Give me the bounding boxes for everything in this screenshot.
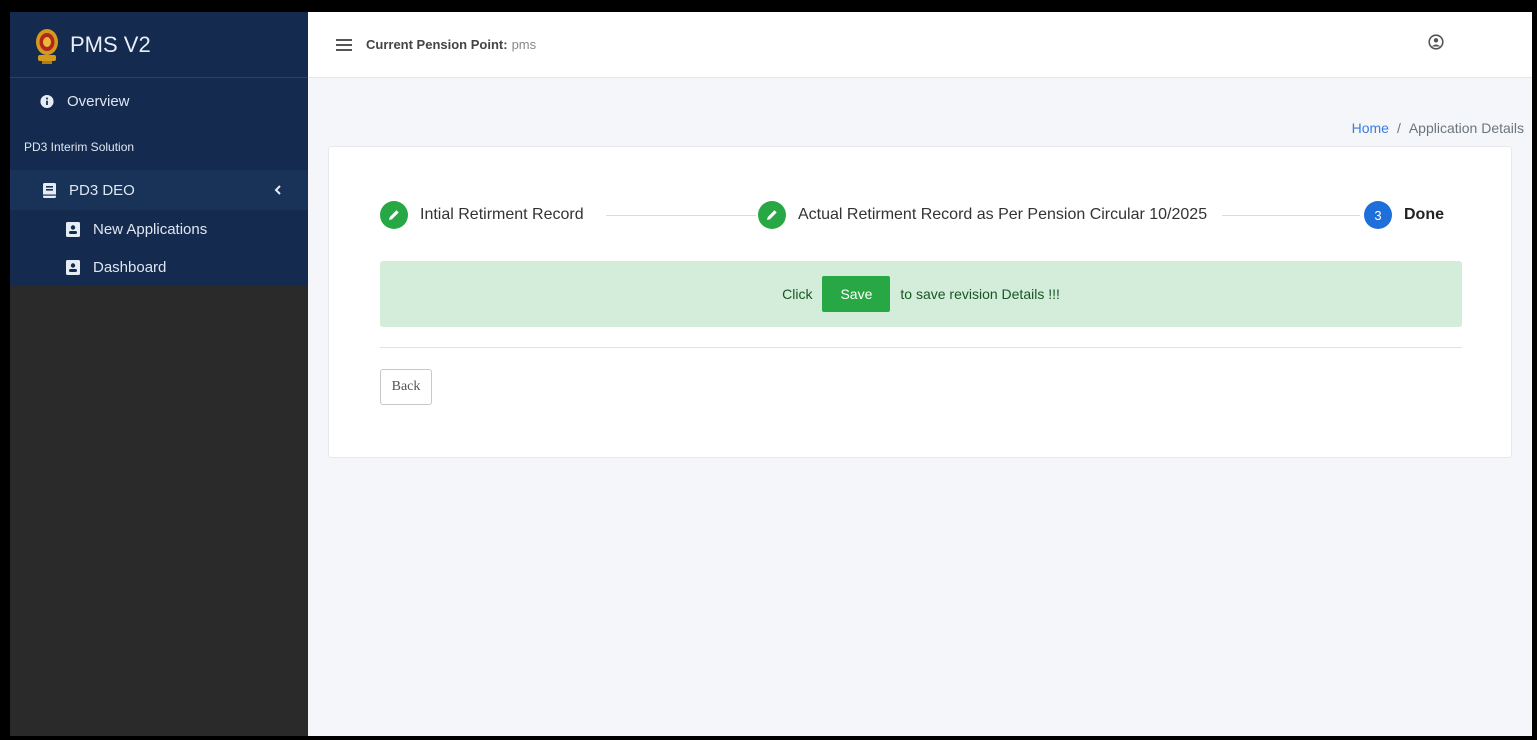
sidebar-item-pd3-deo[interactable]: PD3 DEO — [10, 170, 308, 210]
sidebar-item-label: Overview — [67, 92, 130, 110]
step-done[interactable]: 3 Done — [1364, 201, 1444, 229]
alert-prefix: Click — [782, 286, 813, 302]
breadcrumb-home-link[interactable]: Home — [1352, 120, 1389, 136]
save-button[interactable]: Save — [822, 276, 891, 312]
user-circle-icon[interactable] — [1428, 34, 1444, 50]
step-label: Intial Retirment Record — [420, 206, 584, 223]
application-details-card: Intial Retirment Record Actual Retirment… — [328, 146, 1512, 458]
save-alert: Click Save to save revision Details !!! — [380, 261, 1462, 327]
top-navbar: Current Pension Point: pms — [308, 12, 1532, 78]
emblem-icon — [34, 25, 60, 65]
app-frame: PMS V2 Overview PD3 Interim Solution PD3… — [10, 12, 1532, 736]
app-title: PMS V2 — [70, 31, 151, 57]
step-connector — [1222, 215, 1360, 216]
breadcrumb-current: Application Details — [1408, 120, 1524, 136]
address-card-icon — [66, 221, 80, 237]
sidebar-item-label: PD3 DEO — [69, 181, 135, 199]
sidebar-item-new-applications[interactable]: New Applications — [10, 210, 308, 248]
info-circle-icon — [40, 94, 54, 108]
step-actual-retirement-record[interactable]: Actual Retirment Record as Per Pension C… — [758, 201, 1207, 229]
address-card-icon — [66, 259, 80, 275]
pension-point-label: Current Pension Point: — [366, 37, 508, 52]
sidebar-item-label: Dashboard — [93, 258, 167, 276]
breadcrumb-separator: / — [1396, 120, 1401, 136]
sidebar-section-header: PD3 Interim Solution — [24, 140, 135, 154]
step-label: Done — [1404, 206, 1444, 223]
step-label: Actual Retirment Record as Per Pension C… — [798, 206, 1208, 223]
divider — [380, 347, 1462, 348]
sidebar: PMS V2 Overview PD3 Interim Solution PD3… — [10, 12, 308, 736]
chevron-left-icon — [274, 182, 282, 198]
hamburger-icon[interactable] — [336, 38, 352, 51]
sidebar-item-label: New Applications — [93, 220, 208, 238]
pencil-icon — [758, 201, 786, 229]
sidebar-item-overview[interactable]: Overview — [10, 78, 308, 124]
sidebar-menu: PMS V2 Overview PD3 Interim Solution PD3… — [10, 12, 308, 286]
pension-point-value: pms — [511, 37, 537, 52]
stepper: Intial Retirment Record Actual Retirment… — [380, 201, 1444, 229]
book-icon — [42, 182, 56, 198]
step-initial-retirement-record[interactable]: Intial Retirment Record — [380, 201, 584, 229]
back-button[interactable]: Back — [380, 369, 432, 405]
pencil-icon — [380, 201, 408, 229]
breadcrumb: Home / Application Details — [1352, 120, 1524, 136]
step-number: 3 — [1364, 201, 1392, 229]
step-connector — [606, 215, 756, 216]
alert-suffix: to save revision Details !!! — [900, 286, 1060, 302]
brand[interactable]: PMS V2 — [10, 12, 308, 78]
sidebar-item-dashboard[interactable]: Dashboard — [10, 248, 308, 286]
